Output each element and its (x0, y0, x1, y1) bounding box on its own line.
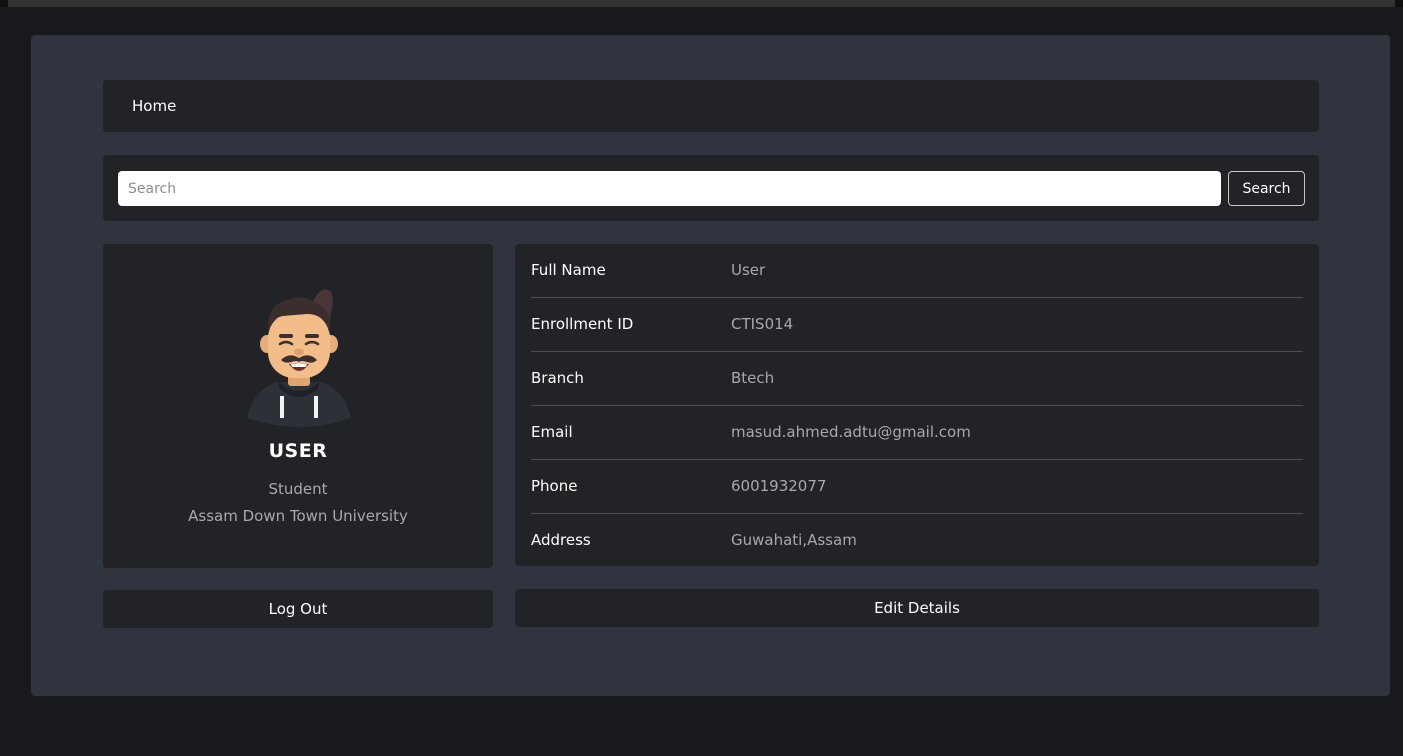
detail-value: 6001932077 (731, 477, 827, 495)
navbar: Home (103, 80, 1319, 132)
detail-label: Full Name (531, 261, 606, 279)
search-input[interactable] (118, 171, 1221, 206)
profile-role: Student (268, 480, 328, 498)
details-card: Full Name User Enrollment ID CTIS014 Bra… (515, 244, 1319, 566)
detail-row-phone: Phone 6001932077 (531, 460, 1303, 514)
search-button[interactable]: Search (1228, 171, 1305, 206)
detail-row-branch: Branch Btech (531, 352, 1303, 406)
profile-card: USER Student Assam Down Town University (103, 244, 493, 568)
bearded-man-avatar-icon (247, 289, 351, 427)
detail-label: Branch (531, 369, 584, 387)
top-right-corner (1395, 0, 1403, 7)
detail-value: User (731, 261, 766, 279)
detail-row-full-name: Full Name User (531, 244, 1303, 298)
detail-row-enrollment-id: Enrollment ID CTIS014 (531, 298, 1303, 352)
logout-button[interactable]: Log Out (103, 590, 493, 628)
detail-value: Btech (731, 369, 775, 387)
detail-label: Email (531, 423, 573, 441)
detail-label: Phone (531, 477, 578, 495)
profile-university: Assam Down Town University (188, 507, 408, 525)
nav-home-link[interactable]: Home (132, 80, 176, 132)
window-top-strip (0, 0, 1403, 7)
detail-label: Address (531, 531, 591, 549)
top-left-corner (0, 0, 8, 7)
profile-name: USER (268, 440, 328, 462)
detail-row-address: Address Guwahati,Assam (531, 514, 1303, 568)
detail-label: Enrollment ID (531, 315, 634, 333)
detail-value: CTIS014 (731, 315, 794, 333)
edit-details-button[interactable]: Edit Details (515, 589, 1319, 627)
main-panel: Home Search Search USER Student Assam Do… (31, 35, 1390, 696)
detail-value: masud.ahmed.adtu@gmail.com (731, 423, 971, 441)
detail-row-email: Email masud.ahmed.adtu@gmail.com (531, 406, 1303, 460)
search-bar: Search (103, 155, 1319, 221)
detail-value: Guwahati,Assam (731, 531, 857, 549)
